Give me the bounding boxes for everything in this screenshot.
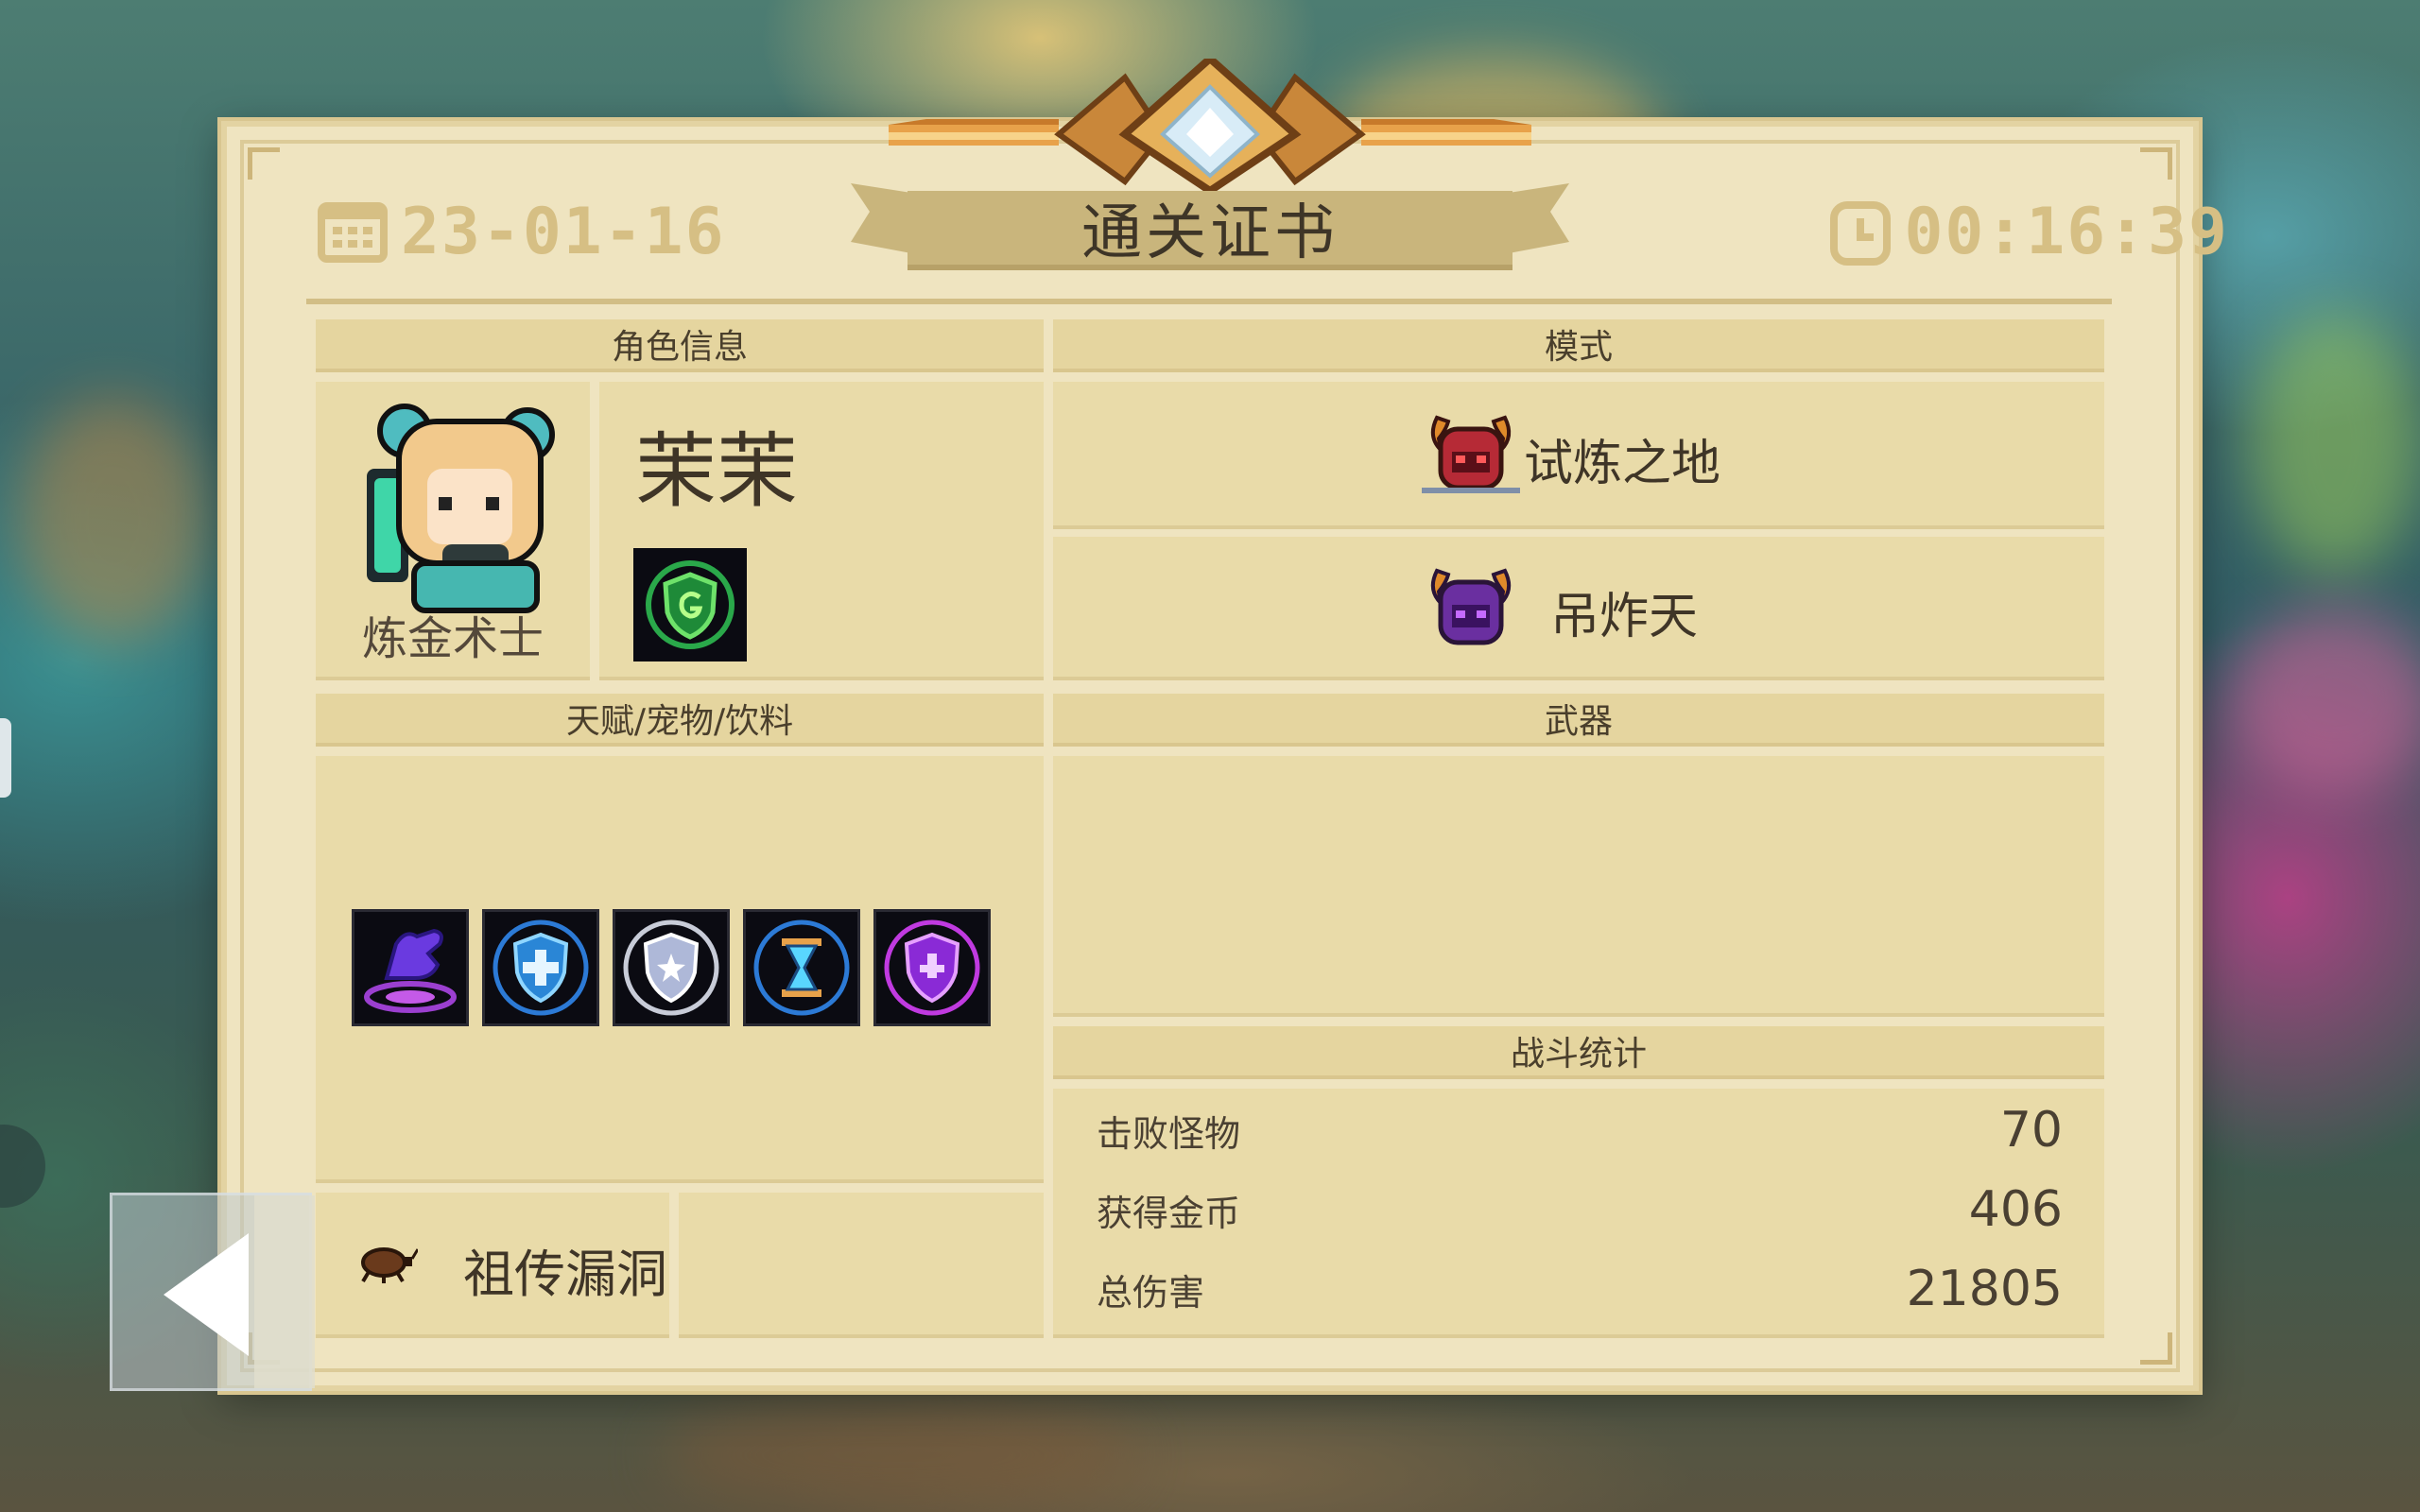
relic-cell: 祖传漏洞 <box>316 1193 669 1338</box>
weapons-cell <box>1053 756 2104 1017</box>
purple-demon-helmet-icon <box>1430 568 1512 645</box>
stat-row: 总伤害 21805 <box>1097 1251 2063 1327</box>
weapons-section-header: 武器 <box>1053 694 2104 747</box>
title-banner: 通关证书 <box>851 181 1569 280</box>
hourglass-icon <box>753 919 850 1016</box>
stat-row: 获得金币 406 <box>1097 1172 2063 1247</box>
character-class: 炼金术士 <box>361 612 544 665</box>
talent-slot[interactable] <box>482 909 599 1026</box>
time-text: 00:16:39 <box>1904 194 2229 269</box>
mode-item: 吊炸天 <box>1053 537 2104 680</box>
character-portrait-cell: 炼金术士 <box>316 382 590 680</box>
clear-time: 00:16:39 <box>1830 194 2229 269</box>
battle-stats-section-header: 战斗统计 <box>1053 1026 2104 1079</box>
skill-slot[interactable] <box>633 548 747 662</box>
talent-slot[interactable] <box>873 909 991 1026</box>
relic-label: 祖传漏洞 <box>463 1245 667 1304</box>
talent-slot[interactable] <box>613 909 730 1026</box>
character-section-header: 角色信息 <box>316 319 1044 372</box>
relic-empty-cell <box>679 1193 1044 1338</box>
purple-hand-portal-icon <box>364 928 457 1013</box>
stat-value: 406 <box>1968 1181 2063 1238</box>
red-demon-helmet-icon <box>1422 415 1520 493</box>
back-button[interactable] <box>110 1193 315 1391</box>
talents-cell <box>316 756 1044 1183</box>
character-detail-cell: 茉茉 <box>599 382 1044 680</box>
character-skin-name: 茉茉 <box>635 424 798 519</box>
page-title: 通关证书 <box>1081 198 1339 268</box>
stat-label: 击败怪物 <box>1097 1112 1241 1155</box>
stat-row: 击败怪物 70 <box>1097 1092 2063 1168</box>
header-divider <box>306 299 2112 304</box>
stat-label: 总伤害 <box>1097 1271 1205 1314</box>
back-arrow-icon <box>164 1233 249 1356</box>
green-shield-skill-icon <box>646 560 735 649</box>
side-tab[interactable] <box>0 718 11 798</box>
stat-label: 获得金币 <box>1097 1192 1241 1234</box>
talent-slot[interactable] <box>352 909 469 1026</box>
mode-item: 试炼之地 <box>1053 382 2104 529</box>
blue-cross-shield-icon <box>493 919 589 1016</box>
stat-value: 21805 <box>1906 1261 2063 1317</box>
banner-ribbon-right <box>1509 183 1569 253</box>
talent-icon-row <box>352 909 991 1026</box>
purple-shield-icon <box>884 919 980 1016</box>
talents-section-header: 天赋/宠物/饮料 <box>316 694 1044 747</box>
stat-value: 70 <box>1999 1102 2063 1159</box>
mode-label: 试炼之地 <box>1524 436 1721 492</box>
corner-ornament <box>248 147 280 180</box>
clock-icon <box>1830 201 1892 266</box>
clear-date: 23-01-16 <box>318 194 726 269</box>
mode-section-header: 模式 <box>1053 319 2104 372</box>
talent-slot[interactable] <box>743 909 860 1026</box>
corner-ornament <box>2140 1332 2172 1365</box>
crest-ornament-icon <box>889 59 1531 191</box>
date-text: 23-01-16 <box>401 194 726 269</box>
alchemist-portrait-icon <box>367 404 555 613</box>
title-plate: 通关证书 <box>908 191 1512 270</box>
cockroach-icon <box>361 1247 418 1283</box>
calendar-icon <box>318 202 388 263</box>
white-star-shield-icon <box>623 919 719 1016</box>
corner-ornament <box>2140 147 2172 180</box>
difficulty-label: 吊炸天 <box>1550 589 1699 645</box>
